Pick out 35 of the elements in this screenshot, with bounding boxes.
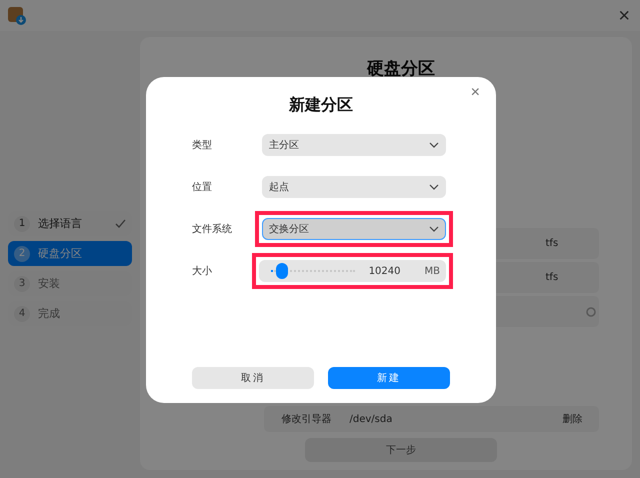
chevron-down-icon (429, 184, 439, 190)
close-button[interactable]: × (464, 83, 486, 103)
device-path: /dev/sda (350, 414, 394, 424)
step-label: 选择语言 (38, 216, 83, 231)
dropdown[interactable]: 起点 (262, 176, 446, 198)
step-label: 硬盘分区 (38, 246, 83, 261)
step-item[interactable]: 2 硬盘分区 (8, 241, 132, 266)
dialog-title: 新建分区 (289, 95, 353, 116)
field-label: 大小 (192, 264, 213, 278)
filesystem-label: tfs (546, 272, 558, 283)
step-label: 安装 (38, 276, 61, 291)
field-label: 类型 (192, 138, 213, 152)
close-button[interactable]: × (618, 6, 630, 26)
size-unit: MB (424, 266, 440, 276)
size-value: 10240 (368, 266, 402, 276)
cancel-button[interactable]: 取消 (192, 367, 314, 389)
field-label: 文件系统 (192, 222, 233, 236)
delete-link[interactable]: 删除 (562, 412, 582, 426)
next-button[interactable]: 下一步 (305, 438, 497, 462)
step-number: 4 (14, 306, 30, 322)
size-field[interactable]: 10240 MB (258, 260, 446, 282)
filesystem-label: tfs (546, 238, 558, 249)
bootloader-label: 修改引导器 (282, 413, 332, 426)
step-number: 3 (14, 276, 30, 292)
slider-thumb[interactable] (276, 263, 288, 279)
field-label: 位置 (192, 180, 213, 194)
dropdown[interactable]: 交换分区 (262, 218, 446, 240)
page-title: 硬盘分区 (367, 58, 435, 80)
chevron-down-icon (429, 226, 439, 232)
app-icon (7, 6, 27, 26)
dropdown[interactable]: 主分区 (262, 134, 446, 156)
chevron-down-icon (429, 142, 439, 148)
step-number: 1 (14, 216, 30, 232)
step-label: 完成 (38, 306, 61, 321)
create-button[interactable]: 新建 (328, 367, 450, 389)
